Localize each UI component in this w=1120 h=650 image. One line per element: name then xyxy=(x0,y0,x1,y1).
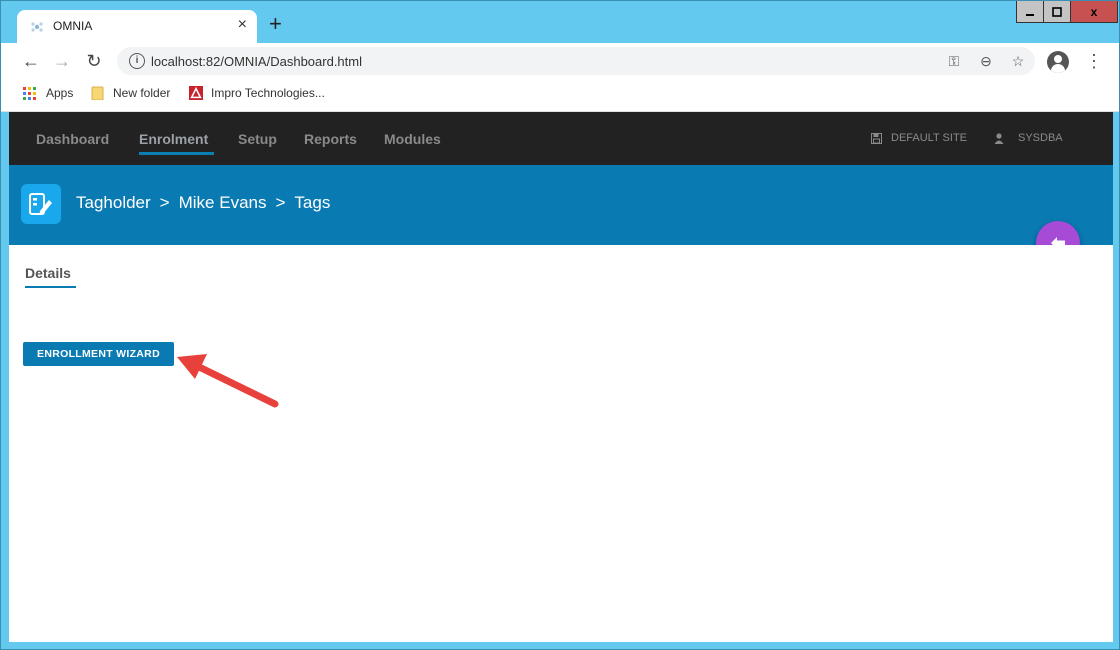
tab-strip: OMNIA × + x xyxy=(1,1,1119,43)
window-controls: x xyxy=(1016,1,1118,23)
bookmark-label: Apps xyxy=(46,86,74,100)
nav-setup[interactable]: Setup xyxy=(238,131,277,147)
site-name: DEFAULT SITE xyxy=(891,132,968,144)
breadcrumb-separator: > xyxy=(275,193,286,212)
apps-grid-icon xyxy=(23,86,36,100)
new-tab-button[interactable]: + xyxy=(269,13,282,35)
enrollment-wizard-button[interactable]: ENROLLMENT WIZARD xyxy=(23,342,174,366)
bookmark-label: New folder xyxy=(113,86,171,100)
user-icon xyxy=(994,132,1004,144)
breadcrumb: Tagholder > Mike Evans > Tags xyxy=(76,193,330,213)
site-info-icon[interactable]: i xyxy=(129,53,145,69)
breadcrumb-tagholder[interactable]: Tagholder xyxy=(76,193,151,213)
app-navbar: Dashboard Enrolment Setup Reports Module… xyxy=(9,112,1113,165)
close-icon: x xyxy=(1090,4,1098,19)
nav-modules[interactable]: Modules xyxy=(384,131,441,147)
star-icon[interactable]: ☆ xyxy=(1009,52,1027,70)
tagholder-edit-icon xyxy=(21,184,61,224)
user-menu[interactable]: SYSDBA xyxy=(994,132,1063,144)
breadcrumb-tags: Tags xyxy=(294,193,331,212)
site-selector[interactable]: DEFAULT SITE xyxy=(871,132,967,144)
breadcrumb-person[interactable]: Mike Evans xyxy=(179,193,267,213)
bookmark-impro[interactable]: Impro Technologies... xyxy=(189,86,325,100)
breadcrumb-separator: > xyxy=(159,193,170,212)
bookmark-apps[interactable]: Apps xyxy=(23,86,73,100)
tab-close-icon[interactable]: × xyxy=(238,16,247,34)
browser-tab[interactable]: OMNIA × xyxy=(17,10,257,43)
main-content: Details ENROLLMENT WIZARD xyxy=(9,245,1113,642)
annotation-arrow-icon xyxy=(177,354,279,408)
maximize-button[interactable] xyxy=(1043,1,1071,23)
nav-reports[interactable]: Reports xyxy=(304,131,357,147)
impro-logo-icon xyxy=(189,86,203,100)
floppy-disk-icon xyxy=(871,132,882,144)
maximize-icon xyxy=(1052,6,1062,17)
user-name: SYSDBA xyxy=(1018,132,1063,144)
browser-toolbar: ← → ↻ i localhost:82/OMNIA/Dashboard.htm… xyxy=(1,43,1119,79)
address-bar[interactable]: i localhost:82/OMNIA/Dashboard.html ⚿ ⊖ … xyxy=(117,47,1035,75)
folder-icon xyxy=(91,86,104,100)
minimize-icon xyxy=(1026,13,1034,16)
omnia-favicon-icon xyxy=(31,22,43,32)
details-tab-underline xyxy=(25,286,76,288)
bookmarks-bar: Apps New folder Impro Technologies... xyxy=(1,79,1119,112)
minimize-button[interactable] xyxy=(1016,1,1044,23)
close-window-button[interactable]: x xyxy=(1070,1,1118,23)
tab-details[interactable]: Details xyxy=(25,265,71,281)
key-icon[interactable]: ⚿ xyxy=(945,52,963,70)
page-header: Tagholder > Mike Evans > Tags xyxy=(9,165,1113,245)
nav-dashboard[interactable]: Dashboard xyxy=(36,131,109,147)
zoom-icon[interactable]: ⊖ xyxy=(977,52,995,70)
reload-icon[interactable]: ↻ xyxy=(84,51,104,71)
url-text[interactable]: localhost:82/OMNIA/Dashboard.html xyxy=(151,54,362,69)
bookmark-label: Impro Technologies... xyxy=(211,86,325,100)
bookmark-new-folder[interactable]: New folder xyxy=(91,86,170,100)
back-arrow-icon[interactable]: ← xyxy=(21,51,41,71)
browser-window: OMNIA × + x ← → ↻ i localhost:82/OMNIA/D… xyxy=(0,0,1120,650)
browser-menu-icon[interactable]: ⋮ xyxy=(1085,52,1103,70)
active-nav-underline xyxy=(139,152,214,155)
profile-avatar-icon[interactable] xyxy=(1047,51,1069,73)
nav-enrolment[interactable]: Enrolment xyxy=(139,131,208,147)
forward-arrow-icon[interactable]: → xyxy=(52,51,72,71)
tab-title: OMNIA xyxy=(53,19,93,33)
